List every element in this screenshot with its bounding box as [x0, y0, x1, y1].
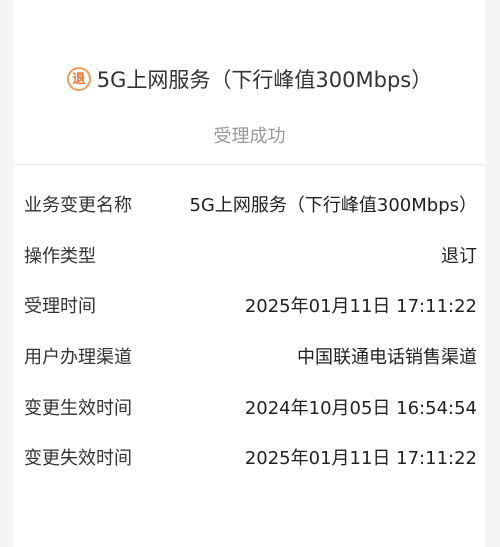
detail-label: 用户办理渠道	[24, 347, 132, 369]
detail-label: 操作类型	[24, 245, 96, 267]
detail-value: 2025年01月11日 17:11:22	[244, 296, 477, 318]
detail-row-operation-type: 操作类型 退订	[14, 230, 485, 281]
service-title-row: 退 5G上网服务（下行峰值300Mbps）	[14, 64, 485, 94]
detail-row-channel: 用户办理渠道 中国联通电话销售渠道	[14, 331, 485, 382]
detail-list: 业务变更名称 5G上网服务（下行峰值300Mbps） 操作类型 退订 受理时间 …	[14, 165, 485, 483]
unsubscribe-badge-icon: 退	[66, 67, 91, 91]
detail-value: 退订	[441, 245, 477, 267]
order-detail-card: 退 5G上网服务（下行峰值300Mbps） 受理成功 业务变更名称 5G上网服务…	[14, 0, 485, 547]
detail-value: 2025年01月11日 17:11:22	[244, 448, 477, 470]
order-header: 退 5G上网服务（下行峰值300Mbps） 受理成功	[14, 0, 485, 165]
service-title: 5G上网服务（下行峰值300Mbps）	[96, 68, 433, 92]
detail-row-change-name: 业务变更名称 5G上网服务（下行峰值300Mbps）	[14, 179, 485, 230]
detail-value: 中国联通电话销售渠道	[297, 347, 477, 369]
status-text: 受理成功	[213, 126, 286, 147]
detail-row-expiry-time: 变更失效时间 2025年01月11日 17:11:22	[14, 432, 485, 483]
detail-label: 变更失效时间	[24, 448, 132, 470]
detail-row-accept-time: 受理时间 2025年01月11日 17:11:22	[14, 280, 485, 331]
detail-value: 2024年10月05日 16:54:54	[244, 397, 477, 419]
detail-value: 5G上网服务（下行峰值300Mbps）	[189, 195, 477, 217]
detail-label: 变更生效时间	[24, 397, 132, 419]
detail-row-effective-time: 变更生效时间 2024年10月05日 16:54:54	[14, 381, 485, 432]
detail-label: 受理时间	[24, 296, 96, 318]
detail-label: 业务变更名称	[24, 195, 132, 217]
